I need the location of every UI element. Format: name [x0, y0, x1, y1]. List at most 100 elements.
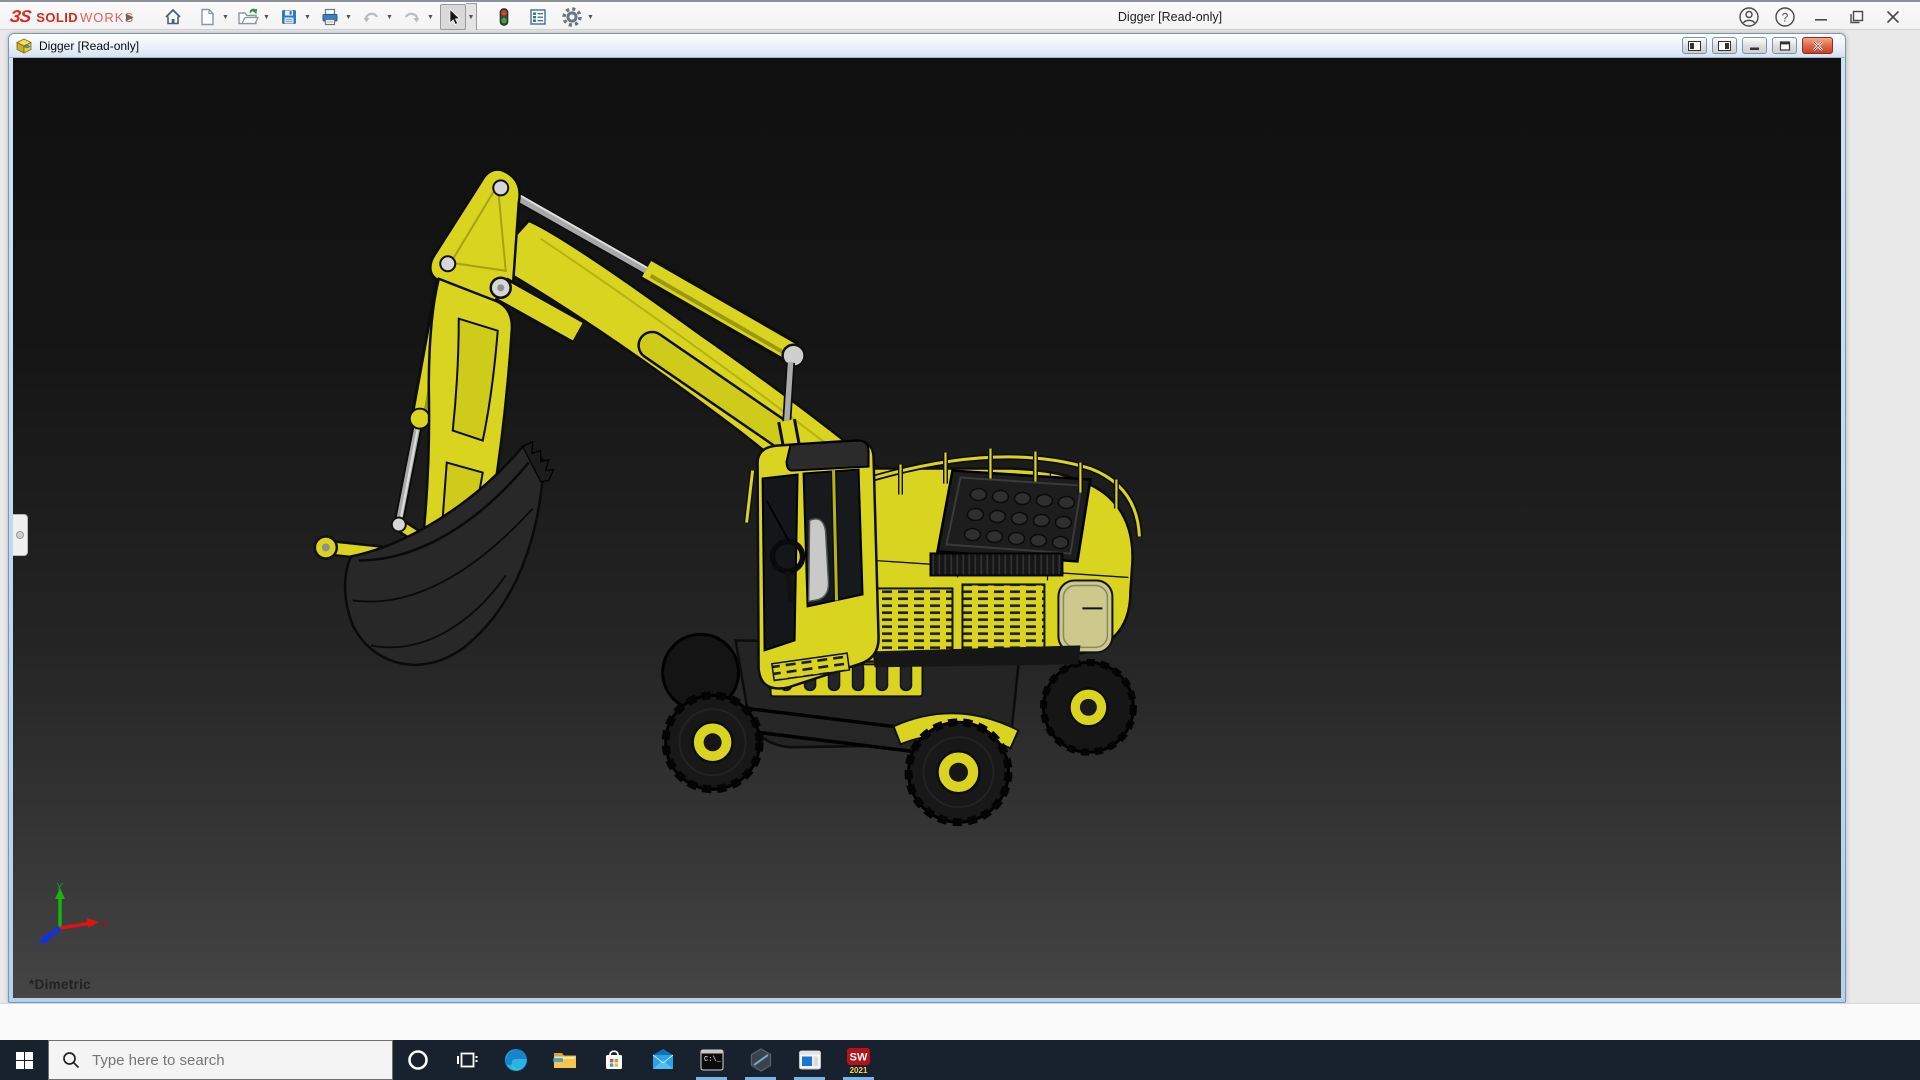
new-document-button[interactable] [194, 4, 220, 30]
new-document-icon [197, 7, 217, 27]
triad-x-label: X [100, 919, 108, 930]
excavator-wheel-front-left[interactable] [666, 695, 760, 789]
select-button[interactable] [440, 4, 466, 30]
undo-icon [361, 7, 381, 27]
solidworks-2021-icon: SW 2021 [845, 1047, 872, 1074]
window-controls: ? [1734, 2, 1920, 32]
excavator-wheel-rear-right [1043, 662, 1133, 752]
print-button[interactable] [317, 4, 343, 30]
taskbar-item-file-explorer[interactable] [540, 1040, 589, 1080]
gear-icon [561, 6, 583, 28]
app-window-title: Digger [Read-only] [1020, 2, 1320, 32]
doc-close-button[interactable] [1802, 37, 1833, 54]
assembly-document-icon [16, 38, 33, 54]
solidworks-logo-glyph: ЗS [9, 7, 32, 27]
windows-logo-icon [16, 1052, 33, 1069]
taskbar-item-cortana[interactable] [393, 1040, 442, 1080]
excavator-wheel-front-right[interactable] [909, 722, 1009, 822]
app-titlebar: ЗS SOLID WORKS ▶ ▼ [0, 0, 1920, 30]
toolbar-expand-arrow[interactable]: ▶ [126, 2, 134, 32]
start-button[interactable] [0, 1040, 48, 1080]
taskbar-search[interactable] [48, 1040, 393, 1080]
file-properties-button[interactable] [525, 4, 551, 30]
file-properties-icon [528, 7, 548, 27]
help-icon: ? [1774, 6, 1796, 28]
help-button[interactable]: ? [1770, 3, 1800, 31]
pane-left-button[interactable] [1682, 37, 1707, 54]
open-icon [237, 7, 259, 27]
taskbar-item-microsoft-store[interactable] [589, 1040, 638, 1080]
status-bar [0, 1003, 1920, 1040]
mdi-client-area: Digger [Read-only] [0, 30, 1920, 1003]
taskbar-item-task-view[interactable] [442, 1040, 491, 1080]
doc-close-icon [1812, 41, 1824, 51]
file-explorer-icon [552, 1047, 578, 1073]
view-orientation-label: *Dimetric [29, 977, 91, 992]
windows-taskbar: C:\_ [0, 1040, 1920, 1080]
splitter-handle-dot [16, 531, 24, 539]
pane-right-button[interactable] [1712, 37, 1737, 54]
doc-restore-button[interactable] [1772, 37, 1797, 54]
excavator-cab[interactable] [747, 440, 879, 688]
hexagon-app-icon [748, 1047, 774, 1073]
taskbar-item-solidworks[interactable]: SW 2021 [834, 1040, 883, 1080]
graphics-viewport[interactable]: Y X *Dimetric [13, 58, 1841, 998]
rebuild-button[interactable] [491, 4, 517, 30]
minimize-button[interactable] [1806, 3, 1836, 31]
taskbar-item-edge[interactable] [491, 1040, 540, 1080]
document-title: Digger [Read-only] [39, 39, 139, 53]
sw-icon-year: 2021 [850, 1066, 868, 1074]
close-icon [1882, 6, 1904, 28]
account-button[interactable] [1734, 3, 1764, 31]
redo-button[interactable] [399, 4, 425, 30]
edge-icon [503, 1047, 529, 1073]
taskbar-icons: C:\_ [393, 1040, 883, 1080]
taskbar-item-mail[interactable] [638, 1040, 687, 1080]
solidworks-logo: ЗS SOLID WORKS [10, 2, 134, 32]
home-button[interactable] [160, 4, 186, 30]
restore-icon [1846, 6, 1868, 28]
sw-icon-label: SW [850, 1051, 868, 1063]
command-prompt-icon: C:\_ [699, 1047, 725, 1073]
feature-tree-collapsed-tab[interactable] [13, 514, 28, 556]
print-icon [320, 7, 340, 27]
open-button[interactable] [235, 4, 261, 30]
orientation-triad: Y X [27, 880, 109, 952]
cortana-icon [406, 1048, 430, 1072]
account-icon [1738, 6, 1760, 28]
excavator-model[interactable] [13, 58, 1841, 998]
save-icon [279, 7, 299, 27]
window-app-icon [797, 1047, 823, 1073]
triad-y-label: Y [56, 882, 64, 893]
doc-minimize-button[interactable] [1742, 37, 1767, 54]
select-dropdown[interactable]: ▼ [466, 3, 477, 31]
save-button[interactable] [276, 4, 302, 30]
save-dropdown[interactable]: ▼ [302, 4, 313, 30]
document-titlebar[interactable]: Digger [Read-only] [9, 34, 1845, 58]
options-dropdown[interactable]: ▼ [585, 4, 596, 30]
task-view-icon [455, 1048, 479, 1072]
pane-left-icon [1688, 41, 1701, 51]
mail-icon [650, 1047, 676, 1073]
search-input[interactable] [92, 1052, 362, 1069]
cmd-icon-text: C:\_ [704, 1056, 722, 1064]
taskbar-item-command-prompt[interactable]: C:\_ [687, 1040, 736, 1080]
pane-right-icon [1718, 41, 1731, 51]
undo-button[interactable] [358, 4, 384, 30]
quick-access-toolbar: ▼ ▼ ▼ [160, 2, 600, 32]
close-button[interactable] [1878, 3, 1908, 31]
taskbar-item-window-app[interactable] [785, 1040, 834, 1080]
search-icon [62, 1051, 80, 1069]
print-dropdown[interactable]: ▼ [343, 4, 354, 30]
undo-dropdown[interactable]: ▼ [384, 4, 395, 30]
solidworks-app: ЗS SOLID WORKS ▶ ▼ [0, 0, 1920, 1080]
taskbar-item-hexagon-app[interactable] [736, 1040, 785, 1080]
options-button[interactable] [559, 4, 585, 30]
redo-dropdown[interactable]: ▼ [425, 4, 436, 30]
document-window-buttons [1682, 37, 1833, 54]
new-document-dropdown[interactable]: ▼ [220, 4, 231, 30]
doc-minimize-icon [1749, 41, 1761, 51]
select-cursor-icon [443, 7, 463, 27]
restore-button[interactable] [1842, 3, 1872, 31]
open-dropdown[interactable]: ▼ [261, 4, 272, 30]
